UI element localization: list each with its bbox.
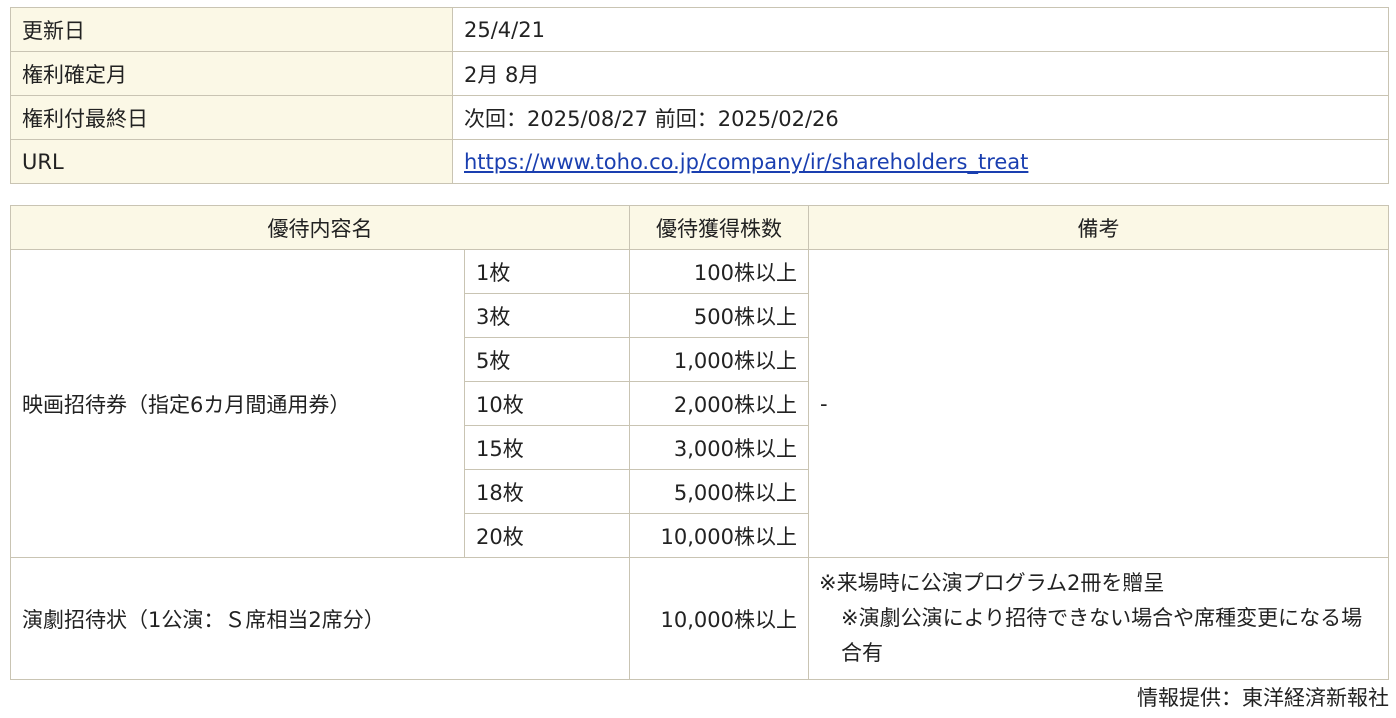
info-row-url: URL https://www.toho.co.jp/company/ir/sh… [10,139,1389,184]
data-source-credit: 情報提供：東洋経済新報社 [1137,686,1389,710]
info-label: URL [10,139,453,184]
header-perk-name: 優待内容名 [10,205,630,250]
tier-shares: 10,000株以上 [629,513,809,558]
info-label: 権利確定月 [10,51,453,96]
perks-header-row: 優待内容名 優待獲得株数 備考 [10,205,1389,250]
perk-note-movie: - [808,249,1389,558]
tier-shares: 100株以上 [629,249,809,294]
header-shares: 優待獲得株数 [629,205,809,250]
info-row-record-month: 権利確定月 2月 8月 [10,51,1389,96]
info-label: 権利付最終日 [10,95,453,140]
stock-info-table: 更新日 25/4/21 権利確定月 2月 8月 権利付最終日 次回：2025/0… [10,7,1389,184]
shareholder-perks-table: 優待内容名 優待獲得株数 備考 映画招待券（指定6カ月間通用券） 1枚 100株… [10,205,1389,680]
tier-count: 15枚 [464,425,630,470]
info-row-updated: 更新日 25/4/21 [10,7,1389,52]
perk-name-theater: 演劇招待状（1公演：Ｓ席相当2席分） [10,557,630,680]
table-row: 映画招待券（指定6カ月間通用券） 1枚 100株以上 - [10,249,1389,558]
tier-count: 20枚 [464,513,630,558]
info-value: https://www.toho.co.jp/company/ir/shareh… [452,139,1389,184]
tier-shares: 500株以上 [629,293,809,338]
table-row: 演劇招待状（1公演：Ｓ席相当2席分） 10,000株以上 ※来場時に公演プログラ… [10,557,1389,680]
tier-count: 5枚 [464,337,630,382]
tier-shares: 5,000株以上 [629,469,809,514]
tier-count: 18枚 [464,469,630,514]
perk-name-movie: 映画招待券（指定6カ月間通用券） [10,249,465,558]
tier-shares: 1,000株以上 [629,337,809,382]
tier-count: 3枚 [464,293,630,338]
shareholder-url-link[interactable]: https://www.toho.co.jp/company/ir/shareh… [464,150,1028,174]
info-label: 更新日 [10,7,453,52]
note-line: ※演劇公演により招待できない場合や席種変更になる場合有 [841,606,1363,665]
info-value: 25/4/21 [452,7,1389,52]
tier-count: 1枚 [464,249,630,294]
tier-shares: 3,000株以上 [629,425,809,470]
note-line: ※来場時に公演プログラム2冊を贈呈 [819,571,1165,595]
info-row-last-day: 権利付最終日 次回：2025/08/27 前回：2025/02/26 [10,95,1389,140]
tier-count: 10枚 [464,381,630,426]
info-value: 2月 8月 [452,51,1389,96]
perk-note-theater: ※来場時に公演プログラム2冊を贈呈 ※演劇公演により招待できない場合や席種変更に… [808,557,1389,680]
tier-shares: 10,000株以上 [629,557,809,680]
info-value: 次回：2025/08/27 前回：2025/02/26 [452,95,1389,140]
header-note: 備考 [808,205,1389,250]
tier-shares: 2,000株以上 [629,381,809,426]
